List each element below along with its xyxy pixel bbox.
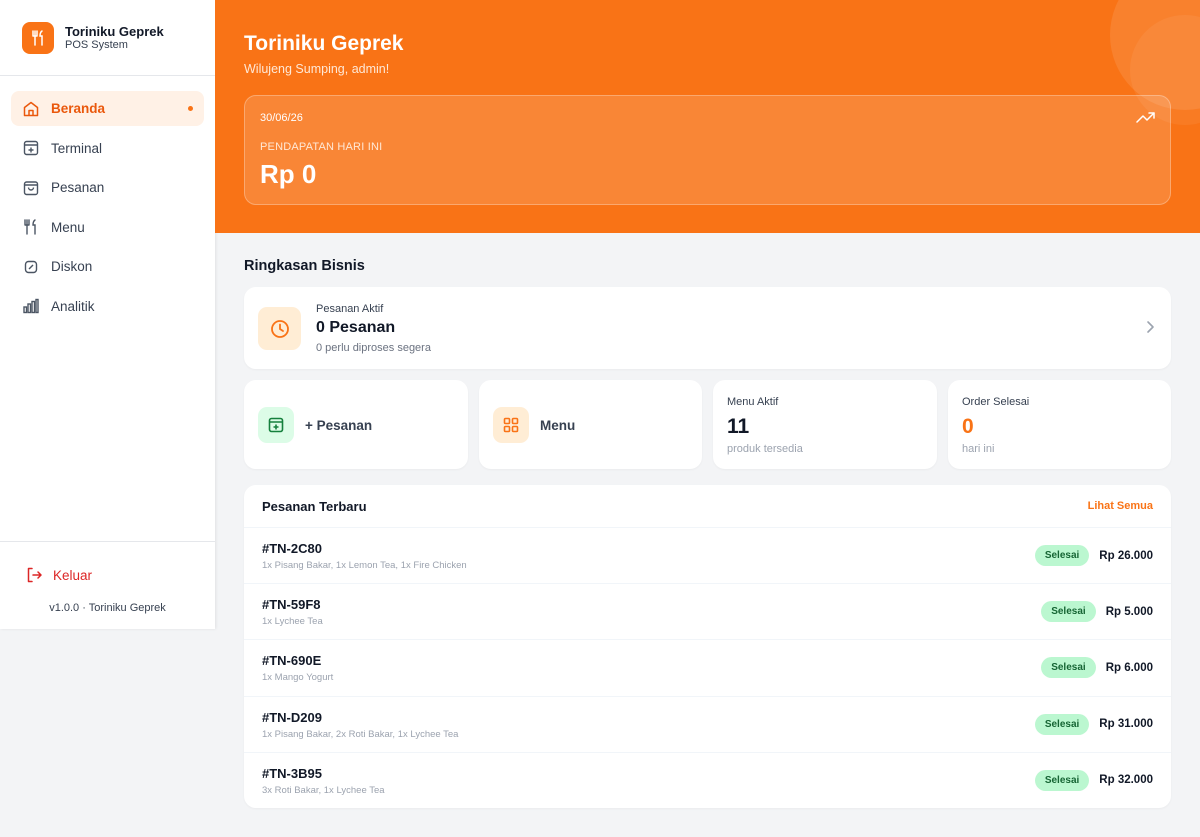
- recent-orders-card: Pesanan Terbaru Lihat Semua #TN-2C80 1x …: [244, 485, 1171, 808]
- sidebar-item-label: Pesanan: [51, 180, 105, 196]
- utensils-icon: [22, 21, 54, 54]
- menu-active-card: Menu Aktif 11 produk tersedia: [713, 380, 937, 469]
- orders-done-sub: hari ini: [962, 443, 995, 455]
- order-id: #TN-3B95: [262, 765, 322, 781]
- menu-active-label: Menu Aktif: [727, 396, 779, 408]
- order-id: #TN-D209: [262, 709, 322, 725]
- order-items: 1x Pisang Bakar, 1x Lemon Tea, 1x Fire C…: [262, 560, 467, 571]
- order-total: Rp 5.000: [1105, 605, 1153, 618]
- status-badge: Selesai: [1034, 545, 1090, 566]
- logout-button[interactable]: Keluar: [0, 542, 215, 584]
- home-icon: [22, 100, 40, 118]
- sidebar-item-label: Menu: [51, 219, 85, 235]
- menu-label: Menu: [540, 418, 576, 433]
- discount-icon: [22, 258, 40, 276]
- orders-done-label: Order Selesai: [962, 396, 1030, 408]
- active-orders-sub: 0 perlu diproses segera: [316, 342, 431, 354]
- sidebar-item-label: Terminal: [51, 140, 103, 156]
- add-order-icon: [258, 407, 294, 443]
- new-order-label: + Pesanan: [305, 418, 373, 433]
- order-row[interactable]: #TN-2C80 1x Pisang Bakar, 1x Lemon Tea, …: [244, 528, 1171, 585]
- hero-header: Toriniku Geprek Wilujeng Sumping, admin!…: [215, 0, 1200, 233]
- order-items: 1x Lychee Tea: [262, 616, 323, 628]
- order-items: 1x Mango Yogurt: [262, 672, 334, 684]
- order-id: #TN-2C80: [262, 541, 322, 556]
- sidebar-item-beranda[interactable]: Beranda: [11, 91, 204, 126]
- active-orders-label: Pesanan Aktif: [316, 303, 384, 315]
- active-indicator: [188, 106, 193, 111]
- chevron-right-icon: [1145, 320, 1155, 339]
- terminal-icon: [22, 139, 40, 157]
- new-order-button[interactable]: + Pesanan: [244, 380, 468, 469]
- status-badge: Selesai: [1034, 713, 1090, 735]
- menu-active-value: 11: [727, 415, 750, 438]
- page-title: Toriniku Geprek: [244, 32, 404, 55]
- section-title: Ringkasan Bisnis: [244, 258, 365, 274]
- status-badge: Selesai: [1034, 769, 1090, 791]
- sidebar-item-pesanan[interactable]: Pesanan: [11, 170, 204, 205]
- order-total: Rp 26.000: [1099, 549, 1153, 562]
- status-badge: Selesai: [1041, 601, 1096, 623]
- grid-icon: [493, 407, 529, 443]
- bar-chart-icon: [22, 297, 40, 315]
- sidebar-item-label: Diskon: [51, 259, 93, 275]
- shopping-bag-icon: [22, 179, 40, 197]
- orders-done-card: Order Selesai 0 hari ini: [948, 380, 1171, 469]
- order-id: #TN-690E: [262, 653, 322, 669]
- sidebar-item-menu[interactable]: Menu: [11, 210, 204, 245]
- menu-active-sub: produk tersedia: [727, 443, 803, 455]
- order-items: 1x Pisang Bakar, 2x Roti Bakar, 1x Lyche…: [262, 728, 459, 740]
- sidebar-item-label: Analitik: [51, 298, 95, 314]
- active-orders-card[interactable]: Pesanan Aktif 0 Pesanan 0 perlu diproses…: [244, 287, 1171, 369]
- order-row[interactable]: #TN-690E 1x Mango Yogurt Selesai Rp 6.00…: [244, 640, 1171, 697]
- menu-button[interactable]: Menu: [479, 380, 702, 469]
- order-total: Rp 32.000: [1099, 774, 1153, 787]
- sidebar: Toriniku Geprek POS System Beranda Termi…: [0, 0, 215, 629]
- recent-orders-title: Pesanan Terbaru: [262, 499, 367, 514]
- sidebar-item-terminal[interactable]: Terminal: [11, 131, 204, 166]
- order-row[interactable]: #TN-59F8 1x Lychee Tea Selesai Rp 5.000: [244, 584, 1171, 641]
- revenue-label: PENDAPATAN HARI INI: [260, 141, 383, 153]
- orders-done-value: 0: [962, 415, 974, 438]
- active-orders-value: 0 Pesanan: [316, 319, 396, 336]
- recent-orders-header: Pesanan Terbaru Lihat Semua: [244, 485, 1171, 528]
- clock-icon: [258, 307, 301, 350]
- brand-name: Toriniku Geprek: [65, 23, 164, 39]
- logout-label: Keluar: [53, 567, 93, 583]
- greeting: Wilujeng Sumping, admin!: [244, 62, 390, 76]
- revenue-card: 30/06/26 PENDAPATAN HARI INI Rp 0: [244, 95, 1171, 205]
- revenue-date: 30/06/26: [260, 112, 303, 124]
- logout-icon: [25, 566, 43, 584]
- see-all-link[interactable]: Lihat Semua: [1088, 500, 1153, 512]
- version-text: v1.0.0 · Toriniku Geprek: [49, 602, 166, 614]
- status-badge: Selesai: [1041, 657, 1096, 679]
- brand-subtitle: POS System: [65, 38, 128, 51]
- revenue-amount: Rp 0: [260, 159, 317, 189]
- sidebar-item-label: Beranda: [51, 101, 106, 116]
- sidebar-item-diskon[interactable]: Diskon: [11, 249, 204, 284]
- order-row[interactable]: #TN-3B95 3x Roti Bakar, 1x Lychee Tea Se…: [244, 753, 1171, 809]
- brand: Toriniku Geprek POS System: [0, 0, 215, 76]
- order-items: 3x Roti Bakar, 1x Lychee Tea: [262, 784, 385, 796]
- sidebar-item-analitik[interactable]: Analitik: [11, 289, 204, 324]
- order-total: Rp 31.000: [1099, 718, 1153, 731]
- order-id: #TN-59F8: [262, 597, 321, 613]
- sidebar-nav: Beranda Terminal Pesanan Menu Diskon Ana…: [0, 76, 215, 324]
- order-row[interactable]: #TN-D209 1x Pisang Bakar, 2x Roti Bakar,…: [244, 697, 1171, 753]
- trending-up-icon: [1136, 110, 1156, 129]
- order-total: Rp 6.000: [1105, 661, 1153, 674]
- sidebar-footer: Keluar v1.0.0 · Toriniku Geprek: [0, 541, 215, 614]
- utensils-icon: [22, 218, 40, 236]
